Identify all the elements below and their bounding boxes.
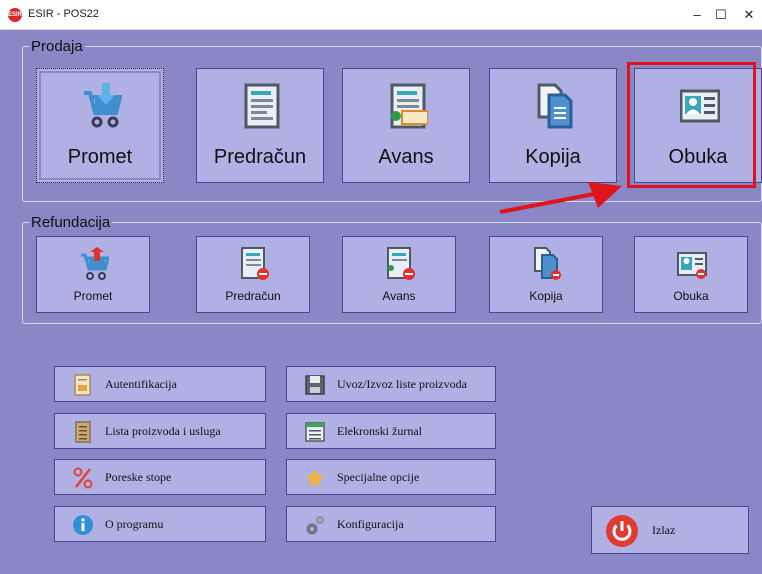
red-arrow-annotation [499,182,622,214]
copy-cancel-icon [534,247,561,280]
star-icon [305,468,325,487]
gears-icon [306,516,324,535]
refundacija-legend: Refundacija [31,214,111,231]
izlaz-button[interactable]: Izlaz [591,506,749,554]
tile-label: Predračun [213,146,307,168]
percent-icon [73,467,93,489]
button-label: Poreske stope [105,470,172,484]
specijalne-opcije-button[interactable]: Specijalne opcije [286,459,496,495]
elektronski-zurnal-button[interactable]: Elekronski žurnal [286,413,496,449]
o-programu-button[interactable]: O programu [54,506,266,542]
window-title: ESIR - POS22 [28,8,99,20]
button-label: Izlaz [652,523,676,537]
certificate-icon [74,374,91,396]
tile-label: Avans [382,289,416,303]
poreske-stope-button[interactable]: Poreske stope [54,459,266,495]
journal-icon [305,422,325,442]
prodaja-predracun-button[interactable]: Predračun [196,68,324,183]
prodaja-promet-button[interactable]: Promet [36,68,164,183]
id-card-cancel-icon [677,252,707,279]
title-bar: ESIR ESIR - POS22 – ☐ ✕ [0,0,762,30]
button-label: Specijalne opcije [337,470,420,484]
tile-label: Obuka [673,289,709,303]
prodaja-legend: Prodaja [31,38,83,55]
list-icon [75,421,91,443]
document-icon [244,83,280,129]
lista-proizvoda-button[interactable]: Lista proizvoda i usluga [54,413,266,449]
tile-label: Predračun [225,289,281,303]
document-cancel-icon [387,247,415,280]
close-button[interactable]: ✕ [734,3,762,27]
document-cancel-icon [241,247,269,280]
button-label: Uvoz/Izvoz liste proizvoda [337,377,467,391]
button-label: Konfiguracija [337,517,404,531]
uvoz-izvoz-button[interactable]: Uvoz/Izvoz liste proizvoda [286,366,496,402]
tile-label: Promet [73,289,113,303]
cart-download-icon [84,83,122,128]
tile-label: Kopija [529,289,563,303]
button-label: Lista proizvoda i usluga [105,424,221,438]
button-label: Elekronski žurnal [337,424,422,438]
autentifikacija-button[interactable]: Autentifikacija [54,366,266,402]
button-label: Autentifikacija [105,377,177,391]
floppy-icon [305,375,325,395]
refund-avans-button[interactable]: Avans [342,236,456,313]
maximize-button[interactable]: ☐ [706,3,736,27]
refund-kopija-button[interactable]: Kopija [489,236,603,313]
prodaja-kopija-button[interactable]: Kopija [489,68,617,183]
tile-label: Kopija [525,146,581,168]
document-money-icon [390,83,428,129]
refund-predracun-button[interactable]: Predračun [196,236,310,313]
info-icon [73,515,93,535]
refund-obuka-button[interactable]: Obuka [634,236,748,313]
cart-return-icon [81,247,109,280]
konfiguracija-button[interactable]: Konfiguracija [286,506,496,542]
tile-label: Promet [67,146,133,168]
power-icon [606,515,638,547]
tile-label: Avans [378,146,434,168]
prodaja-avans-button[interactable]: Avans [342,68,470,183]
refund-promet-button[interactable]: Promet [36,236,150,313]
highlight-box [627,62,756,188]
copy-icon [537,83,573,129]
app-icon: ESIR [8,8,22,22]
button-label: O programu [105,517,164,531]
